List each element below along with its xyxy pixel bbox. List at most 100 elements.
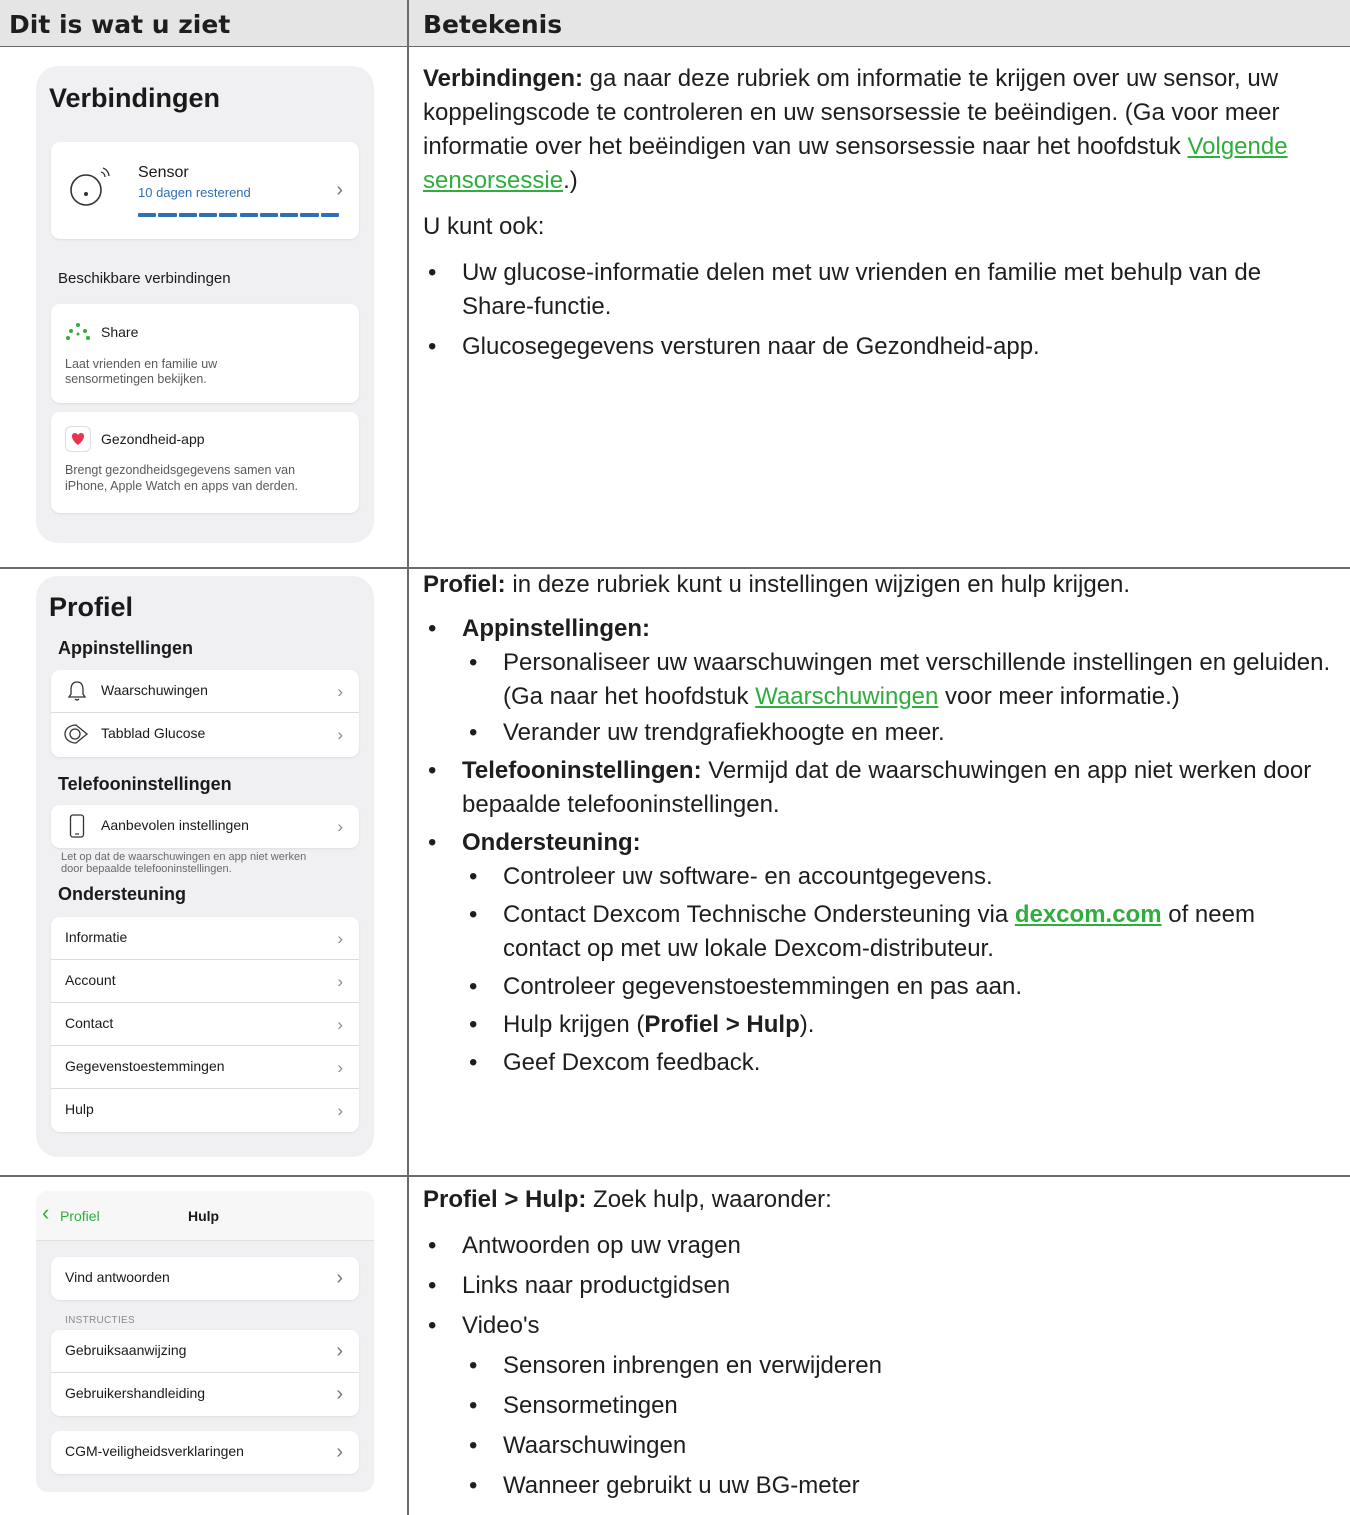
term: Profiel > Hulp	[644, 1011, 800, 1038]
list-item: Waarschuwingen	[423, 1429, 1333, 1463]
link-alerts-chapter[interactable]: Waarschuwingen	[755, 683, 938, 710]
description-help: Profiel > Hulp: Zoek hulp, waaronder: An…	[423, 1183, 1333, 1503]
column-header-what-you-see: Dit is wat u ziet	[9, 10, 231, 39]
row-find-answers[interactable]: Vind antwoorden ›	[51, 1257, 359, 1300]
list-item: Sensoren inbrengen en verwijderen	[423, 1349, 1333, 1383]
share-icon	[66, 323, 90, 340]
list-item: Verander uw trendgrafiekhoogte en meer.	[423, 716, 1333, 750]
sensor-icon	[70, 167, 110, 206]
term: Profiel:	[423, 571, 506, 598]
sensor-card[interactable]: Sensor 10 dagen resterend ›	[51, 142, 359, 239]
connections-screen: Verbindingen Sensor 10 dagen resterend ›…	[36, 66, 374, 543]
list-item: Geef Dexcom feedback.	[423, 1046, 1333, 1080]
progress-segment	[219, 213, 238, 217]
progress-segment	[239, 213, 258, 217]
nav-title: Hulp	[188, 1208, 220, 1224]
row-cgm-safety[interactable]: CGM-veiligheidsverklaringen ›	[51, 1431, 359, 1474]
text: ).	[799, 1011, 815, 1038]
link-dexcom-website[interactable]: dexcom.com	[1015, 901, 1162, 928]
phone-icon	[69, 814, 85, 838]
back-button[interactable]: Profiel	[60, 1208, 100, 1224]
row-label: Waarschuwingen	[101, 682, 208, 698]
column-divider	[407, 0, 409, 1515]
heart-icon	[65, 426, 91, 452]
row-account[interactable]: Account ›	[51, 960, 359, 1003]
phone-settings-note: door bepaalde telefooninstellingen.	[61, 863, 232, 875]
row-label: Gebruikershandleiding	[65, 1385, 206, 1401]
list-item: Links naar productgidsen	[423, 1269, 1333, 1303]
support-group: Informatie › Account › Contact › Gegeven…	[51, 917, 359, 1132]
progress-segment	[198, 213, 218, 217]
list-item: Video's	[423, 1309, 1333, 1343]
row-recommended-settings[interactable]: Aanbevolen instellingen ›	[51, 805, 359, 848]
progress-segment	[300, 213, 319, 217]
row-label: Aanbevolen instellingen	[101, 817, 249, 833]
list-item: Wanneer gebruikt u uw BG-meter	[423, 1469, 1333, 1503]
text: Contact Dexcom Technische Ondersteuning …	[503, 901, 1015, 928]
share-card[interactable]: Share Laat vrienden en familie uw sensor…	[51, 304, 359, 403]
progress-segment	[158, 213, 177, 217]
chevron-right-icon: ›	[336, 1340, 343, 1362]
description-profile: Profiel: in deze rubriek kunt u instelli…	[423, 568, 1333, 1080]
chevron-right-icon: ›	[337, 972, 343, 991]
row-divider	[0, 1175, 1350, 1177]
find-answers-group: Vind antwoorden ›	[51, 1257, 359, 1300]
row-label: Contact	[65, 1015, 114, 1031]
progress-segment	[280, 213, 299, 217]
row-user-guide[interactable]: Gebruikershandleiding ›	[51, 1373, 359, 1416]
row-label: Informatie	[65, 929, 128, 945]
chevron-right-icon: ›	[337, 929, 343, 948]
instructions-heading: INSTRUCTIES	[65, 1315, 135, 1326]
row-alerts[interactable]: Waarschuwingen ›	[51, 670, 359, 713]
term: Ondersteuning:	[462, 829, 641, 856]
help-screen: ‹ Profiel Hulp Vind antwoorden › INSTRUC…	[36, 1191, 374, 1492]
chevron-right-icon: ›	[337, 1101, 343, 1120]
section-heading-phone-settings: Telefooninstellingen	[58, 774, 232, 794]
list-item: Hulp krijgen (Profiel > Hulp).	[423, 1008, 1333, 1042]
share-description: sensormetingen bekijken.	[65, 372, 207, 386]
term: Telefooninstellingen:	[462, 757, 702, 784]
list-item: Ondersteuning:	[423, 826, 1333, 860]
health-app-card[interactable]: Gezondheid-app Brengt gezondheidsgegeven…	[51, 412, 359, 513]
term: Appinstellingen:	[462, 615, 650, 642]
text: Zoek hulp, waaronder:	[586, 1186, 832, 1213]
row-data-permissions[interactable]: Gegevenstoestemmingen ›	[51, 1046, 359, 1089]
chevron-right-icon: ›	[336, 1441, 343, 1463]
progress-segment	[178, 213, 197, 217]
text: .)	[563, 167, 578, 194]
share-label: Share	[101, 324, 139, 340]
profile-screen: Profiel Appinstellingen Waarschuwingen ›…	[36, 576, 374, 1157]
paragraph: Profiel: in deze rubriek kunt u instelli…	[423, 568, 1333, 602]
list-item: Antwoorden op uw vragen	[423, 1229, 1333, 1263]
sensor-days-remaining: 10 dagen resterend	[138, 185, 251, 200]
paragraph: Verbindingen: ga naar deze rubriek om in…	[423, 62, 1333, 198]
section-heading-app-settings: Appinstellingen	[58, 638, 193, 658]
page-title: Profiel	[49, 592, 134, 622]
column-header-meaning: Betekenis	[423, 10, 563, 39]
row-glucose-tab[interactable]: Tabblad Glucose ›	[51, 713, 359, 756]
text: in deze rubriek kunt u instellingen wijz…	[505, 571, 1131, 598]
safety-group: CGM-veiligheidsverklaringen ›	[51, 1431, 359, 1474]
row-information[interactable]: Informatie ›	[51, 917, 359, 960]
row-contact[interactable]: Contact ›	[51, 1003, 359, 1046]
nav-bar: ‹ Profiel Hulp	[36, 1191, 374, 1241]
table-header: Dit is wat u ziet Betekenis	[0, 0, 1350, 47]
row-instructions-for-use[interactable]: Gebruiksaanwijzing ›	[51, 1330, 359, 1373]
list-item: Glucosegegevens versturen naar de Gezond…	[423, 330, 1333, 364]
available-connections-label: Beschikbare verbindingen	[58, 270, 231, 287]
row-label: Hulp	[65, 1101, 94, 1117]
phone-settings-group: Aanbevolen instellingen ›	[51, 805, 359, 848]
instructions-group: Gebruiksaanwijzing › Gebruikershandleidi…	[51, 1330, 359, 1416]
text: Hulp krijgen (	[503, 1011, 645, 1038]
row-label: Gegevenstoestemmingen	[65, 1058, 225, 1074]
term: Profiel > Hulp:	[423, 1186, 587, 1213]
health-app-label: Gezondheid-app	[101, 431, 205, 447]
chevron-right-icon: ›	[336, 1267, 343, 1289]
paragraph: U kunt ook:	[423, 213, 545, 240]
row-help[interactable]: Hulp ›	[51, 1089, 359, 1132]
chevron-right-icon: ›	[336, 1383, 343, 1405]
chevron-left-icon[interactable]: ‹	[42, 1202, 49, 1224]
health-app-description: Brengt gezondheidsgegevens samen van	[65, 463, 296, 477]
list-item: Contact Dexcom Technische Ondersteuning …	[423, 898, 1333, 966]
chevron-right-icon: ›	[337, 682, 343, 701]
